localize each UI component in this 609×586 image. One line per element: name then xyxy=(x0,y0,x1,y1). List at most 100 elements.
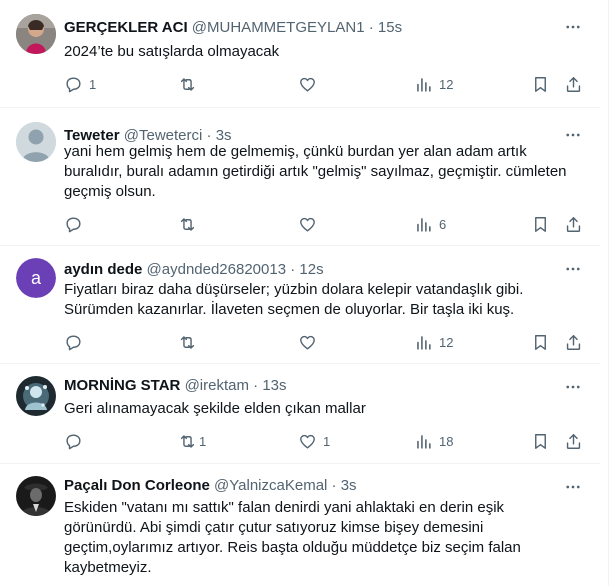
separator: · xyxy=(253,377,259,394)
bookmark-button[interactable] xyxy=(531,72,550,96)
reply-button[interactable] xyxy=(64,429,89,453)
analytics-icon xyxy=(417,434,431,449)
username[interactable]: @YalnizcaKemal xyxy=(214,477,327,494)
views-count: 12 xyxy=(439,76,454,92)
share-icon xyxy=(566,76,581,92)
separator: · xyxy=(331,477,337,494)
retweet-button[interactable] xyxy=(178,330,203,354)
bookmark-icon xyxy=(535,433,546,449)
reply-icon xyxy=(66,433,81,449)
like-button[interactable]: 1 xyxy=(298,429,330,453)
separator: · xyxy=(368,19,374,36)
tweet-text: Eskiden "vatanı mı sattık" falan denirdi… xyxy=(64,499,521,576)
analytics-icon xyxy=(417,335,431,350)
like-button[interactable] xyxy=(298,72,323,96)
timestamp[interactable]: 12s xyxy=(299,261,323,278)
avatar[interactable] xyxy=(16,376,56,416)
views-count: 12 xyxy=(439,334,454,350)
retweet-icon xyxy=(180,335,195,349)
avatar[interactable]: a xyxy=(16,258,56,298)
analytics-icon xyxy=(417,217,431,232)
tweet[interactable]: Teweter @Teweterci · 3s yani hem gelmiş … xyxy=(0,108,600,246)
retweet-button[interactable] xyxy=(178,72,203,96)
tweet[interactable]: MORNİNG STAR @irektam · 13s Geri alınama… xyxy=(0,364,600,464)
retweet-count: 1 xyxy=(199,433,207,449)
views-button[interactable]: 12 xyxy=(414,72,453,96)
share-button[interactable] xyxy=(564,72,583,96)
tweet-text: Geri alınamayacak şekilde elden çıkan ma… xyxy=(64,400,366,417)
avatar[interactable] xyxy=(16,122,56,162)
tweet-actions: 12 xyxy=(64,330,594,354)
tweet[interactable]: Paçalı Don Corleone @YalnizcaKemal · 3s … xyxy=(0,464,600,586)
retweet-icon xyxy=(180,77,195,91)
views-button[interactable]: 6 xyxy=(414,212,446,236)
reply-icon xyxy=(66,76,81,92)
bookmark-icon xyxy=(535,216,546,232)
tweet-header: MORNİNG STAR @irektam · 13s xyxy=(64,376,560,396)
avatar[interactable] xyxy=(16,476,56,516)
share-icon xyxy=(566,334,581,350)
tweet-header: aydın dede @aydnded26820013 · 12s xyxy=(64,260,560,280)
heart-icon xyxy=(300,77,315,92)
retweet-button[interactable] xyxy=(178,212,203,236)
reply-icon xyxy=(66,216,81,232)
display-name[interactable]: Paçalı Don Corleone xyxy=(64,477,210,494)
share-icon xyxy=(566,433,581,449)
reply-button[interactable]: 1 xyxy=(64,72,96,96)
tweet-text: 2024’te bu satışlarda olmayacak xyxy=(64,43,280,60)
bookmark-icon xyxy=(535,334,546,350)
like-count: 1 xyxy=(323,433,331,449)
username[interactable]: @irektam xyxy=(185,377,249,394)
share-button[interactable] xyxy=(564,330,583,354)
timestamp[interactable]: 15s xyxy=(378,19,402,36)
username[interactable]: @aydnded26820013 xyxy=(147,261,287,278)
share-button[interactable] xyxy=(564,212,583,236)
heart-icon xyxy=(300,434,315,449)
avatar-letter: a xyxy=(31,268,42,288)
bookmark-button[interactable] xyxy=(531,330,550,354)
bookmark-button[interactable] xyxy=(531,212,550,236)
tweet-actions: 1 1 18 xyxy=(64,429,594,453)
like-button[interactable] xyxy=(298,212,323,236)
reply-icon xyxy=(66,334,81,350)
like-button[interactable] xyxy=(298,330,323,354)
timeline-feed: GERÇEKLER ACI @MUHAMMETGEYLAN1 · 15s 202… xyxy=(0,0,609,586)
bookmark-icon xyxy=(535,76,546,92)
tweet-actions: 6 xyxy=(64,212,594,236)
display-name[interactable]: GERÇEKLER ACI xyxy=(64,19,188,36)
tweet[interactable]: GERÇEKLER ACI @MUHAMMETGEYLAN1 · 15s 202… xyxy=(0,0,600,108)
views-count: 18 xyxy=(439,433,454,449)
reply-button[interactable] xyxy=(64,330,89,354)
bookmark-button[interactable] xyxy=(531,429,550,453)
display-name[interactable]: MORNİNG STAR xyxy=(64,377,180,394)
views-button[interactable]: 18 xyxy=(414,429,453,453)
more-options-icon[interactable] xyxy=(562,476,584,498)
tweet-text: Fiyatları biraz daha düşürseler; yüzbin … xyxy=(64,281,524,318)
tweet-header: GERÇEKLER ACI @MUHAMMETGEYLAN1 · 15s xyxy=(64,18,560,38)
avatar[interactable] xyxy=(16,14,56,54)
share-icon xyxy=(566,216,581,232)
more-options-icon[interactable] xyxy=(562,258,584,280)
tweet[interactable]: a aydın dede @aydnded26820013 · 12s Fiya… xyxy=(0,246,600,364)
tweet-header: Paçalı Don Corleone @YalnizcaKemal · 3s xyxy=(64,476,560,496)
reply-count: 1 xyxy=(89,76,97,92)
views-button[interactable]: 12 xyxy=(414,330,453,354)
more-options-icon[interactable] xyxy=(562,16,584,38)
more-options-icon[interactable] xyxy=(562,376,584,398)
analytics-icon xyxy=(417,77,431,92)
share-button[interactable] xyxy=(564,429,583,453)
retweet-button[interactable]: 1 xyxy=(178,429,206,453)
display-name[interactable]: aydın dede xyxy=(64,261,142,278)
heart-icon xyxy=(300,335,315,350)
tweet-text: yani hem gelmiş hem de gelmemiş, çünkü b… xyxy=(64,143,567,200)
heart-icon xyxy=(300,217,315,232)
reply-button[interactable] xyxy=(64,212,89,236)
retweet-icon xyxy=(180,217,195,231)
timestamp[interactable]: 3s xyxy=(341,477,357,494)
retweet-icon xyxy=(180,434,195,448)
timestamp[interactable]: 13s xyxy=(262,377,286,394)
tweet-actions: 1 12 xyxy=(64,72,594,96)
views-count: 6 xyxy=(439,216,447,232)
username[interactable]: @MUHAMMETGEYLAN1 xyxy=(192,19,365,36)
separator: · xyxy=(290,261,296,278)
